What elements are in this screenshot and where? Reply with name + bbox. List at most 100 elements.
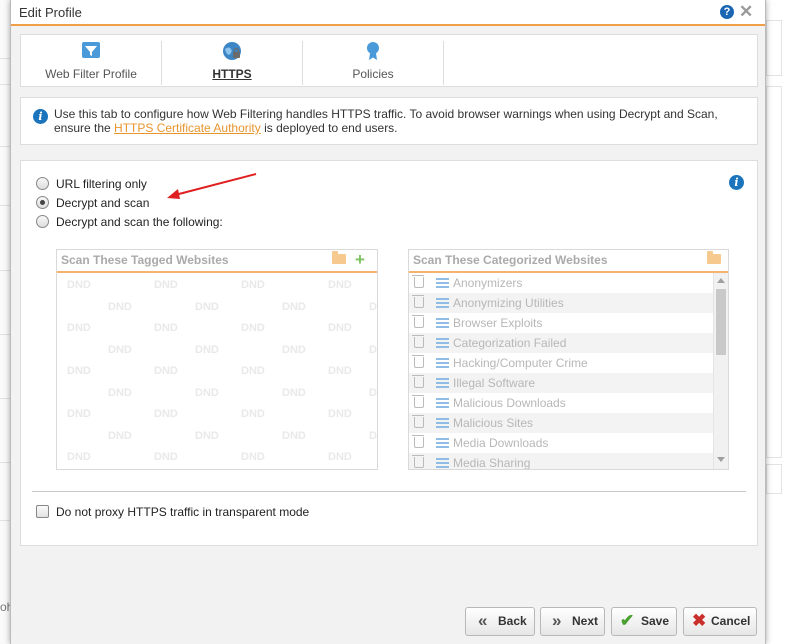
trash-icon[interactable]	[412, 415, 424, 428]
tab-policies[interactable]: Policies	[303, 35, 443, 86]
dnd-placeholder: DND	[195, 386, 219, 399]
list-item[interactable]: Media Downloads	[409, 433, 713, 453]
trash-icon[interactable]	[412, 355, 424, 368]
tab-https[interactable]: HTTPS	[162, 35, 302, 86]
radio-button[interactable]	[36, 177, 49, 190]
trash-icon[interactable]	[412, 435, 424, 448]
tab-web-filter-profile[interactable]: Web Filter Profile	[21, 35, 161, 86]
cancel-button-label: Cancel	[711, 614, 751, 628]
scroll-up-icon[interactable]	[717, 278, 725, 283]
list-item[interactable]: Media Sharing	[409, 453, 713, 469]
folder-icon[interactable]	[332, 251, 346, 264]
dialog-title: Edit Profile	[19, 5, 82, 20]
trash-icon[interactable]	[412, 375, 424, 388]
list-icon	[436, 398, 449, 408]
save-button-label: Save	[641, 614, 670, 628]
dnd-placeholder: DND	[328, 451, 352, 463]
back-button-label: Back	[498, 614, 527, 628]
categorized-websites-header: Scan These Categorized Websites	[409, 250, 728, 273]
list-item[interactable]: Anonymizing Utilities	[409, 293, 713, 313]
category-label: Malicious Sites	[453, 416, 534, 430]
dnd-placeholder: DND	[67, 408, 91, 420]
dnd-placeholder: DND	[108, 343, 132, 356]
dnd-placeholder: DND	[154, 365, 178, 377]
save-button[interactable]: ✔ Save	[611, 607, 677, 636]
info-text: Use this tab to configure how Web Filter…	[54, 107, 744, 135]
tagged-websites-list[interactable]: Scan These Tagged Websites + DND DND DND DN…	[56, 249, 378, 470]
background-row-line	[0, 58, 10, 59]
trash-icon[interactable]	[412, 455, 424, 468]
radio-button[interactable]	[36, 215, 49, 228]
next-button-label: Next	[572, 614, 599, 628]
scroll-down-icon[interactable]	[717, 457, 725, 462]
dnd-placeholder: DND	[154, 279, 178, 291]
tagged-websites-dropzone[interactable]: DND DND DND DND DND DND DND DND DND DND DND DND DND D…	[57, 273, 377, 469]
checkbox-label: Do not proxy HTTPS traffic in transparen…	[56, 505, 310, 519]
https-certificate-authority-link[interactable]: HTTPS Certificate Authority	[114, 121, 261, 135]
dnd-placeholder: DND	[328, 279, 352, 291]
dnd-placeholder: DND	[108, 386, 132, 399]
scroll-thumb[interactable]	[716, 289, 726, 355]
dnd-placeholder: DND	[282, 429, 306, 442]
next-button[interactable]: » Next	[540, 607, 605, 636]
category-label: Categorization Failed	[453, 336, 567, 350]
list-icon	[436, 318, 449, 328]
trash-icon[interactable]	[412, 335, 424, 348]
list-icon	[436, 378, 449, 388]
trash-icon[interactable]	[412, 275, 424, 288]
background-row-line	[0, 462, 10, 463]
close-icon[interactable]: ✕	[739, 2, 753, 22]
radio-button[interactable]	[36, 196, 49, 209]
dnd-placeholder: DND	[67, 451, 91, 463]
profile-tabs: Web Filter Profile HTTPS Policies	[20, 34, 758, 87]
https-options-panel: i URL filtering only Decrypt and scan De…	[20, 160, 758, 546]
trash-icon[interactable]	[412, 315, 424, 328]
add-icon[interactable]: +	[355, 251, 365, 268]
background-panel	[766, 464, 782, 494]
category-scrollbar[interactable]	[713, 273, 728, 469]
dnd-placeholder: DND	[195, 429, 219, 442]
folder-icon[interactable]	[707, 251, 721, 264]
list-item[interactable]: Categorization Failed	[409, 333, 713, 353]
options-info-icon[interactable]: i	[729, 175, 744, 190]
list-icon	[436, 438, 449, 448]
background-row-line	[0, 84, 10, 85]
funnel-icon	[82, 42, 100, 58]
x-icon: ✖	[692, 611, 707, 630]
cancel-button[interactable]: ✖ Cancel	[683, 607, 757, 636]
dnd-placeholder: DND	[195, 343, 219, 356]
list-item[interactable]: Anonymizers	[409, 273, 713, 293]
edit-profile-dialog: Edit Profile ? ✕ Web Filter Profile HTTP…	[10, 0, 766, 644]
trash-icon[interactable]	[412, 295, 424, 308]
trash-icon[interactable]	[412, 395, 424, 408]
dnd-placeholder: DND	[241, 322, 265, 334]
dnd-placeholder: DND	[282, 386, 306, 399]
help-icon[interactable]: ?	[720, 5, 734, 19]
checkbox[interactable]	[36, 505, 49, 518]
dnd-placeholder: DND	[108, 429, 132, 442]
info-icon: i	[33, 109, 48, 124]
dnd-placeholder: DND	[154, 408, 178, 420]
category-label: Hacking/Computer Crime	[453, 356, 588, 370]
radio-label: Decrypt and scan	[56, 196, 150, 210]
double-chevron-left-icon: «	[478, 611, 488, 630]
categorized-websites-list[interactable]: Scan These Categorized Websites Anonymiz…	[408, 249, 729, 470]
list-item[interactable]: Hacking/Computer Crime	[409, 353, 713, 373]
info-box: i Use this tab to configure how Web Filt…	[20, 97, 758, 145]
list-icon	[436, 458, 449, 468]
list-item[interactable]: Illegal Software	[409, 373, 713, 393]
dnd-placeholder: DND	[154, 322, 178, 334]
background-row-line	[0, 270, 10, 271]
double-chevron-right-icon: »	[552, 611, 562, 630]
category-label: Media Downloads	[453, 436, 549, 450]
dnd-placeholder: DND	[241, 451, 265, 463]
globe-lock-icon	[223, 42, 241, 60]
background-row-line	[0, 334, 10, 335]
dnd-placeholder: DND	[328, 408, 352, 420]
list-item[interactable]: Malicious Sites	[409, 413, 713, 433]
back-button[interactable]: « Back	[465, 607, 535, 636]
tagged-websites-header: Scan These Tagged Websites +	[57, 250, 377, 273]
list-item[interactable]: Malicious Downloads	[409, 393, 713, 413]
category-label: Malicious Downloads	[453, 396, 566, 410]
list-item[interactable]: Browser Exploits	[409, 313, 713, 333]
